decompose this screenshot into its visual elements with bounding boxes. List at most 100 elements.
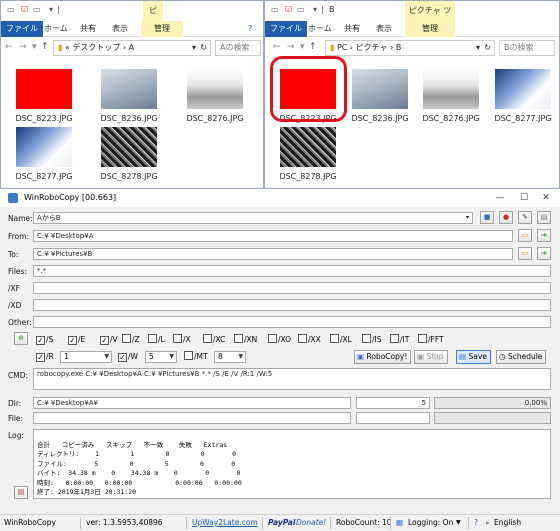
stop-button[interactable]: ▣ Stop (414, 350, 448, 364)
help-icon[interactable]: ? (243, 21, 257, 37)
option-w-checkbox[interactable]: ✓/W (118, 351, 138, 363)
address-bar[interactable]: ▮ PC › ピクチャ › B ▾ ↻ (325, 40, 495, 56)
option-xc-checkbox[interactable]: /XC (203, 334, 225, 346)
option-label: /S (46, 335, 54, 344)
refresh-icon[interactable]: ↻ (484, 41, 491, 55)
option-xl-checkbox[interactable]: /XL (330, 334, 352, 346)
status-bar: WinRoboCopy ver: 1.3.5953.40896 UpWay2La… (0, 514, 560, 531)
name-select[interactable]: AからB ▾ (33, 212, 473, 224)
status-app-name: WinRoboCopy (4, 518, 56, 527)
option-fft-checkbox[interactable]: /FFT (418, 334, 444, 346)
browse-folder-icon[interactable]: ▭ (518, 247, 532, 260)
wait-select[interactable]: 5 ▼ (145, 351, 177, 363)
close-icon[interactable]: ✕ (536, 189, 556, 207)
option-is-checkbox[interactable]: /IS (362, 334, 382, 346)
clear-log-icon[interactable]: ▤ (14, 486, 28, 499)
properties-icon[interactable]: ☑ (21, 5, 28, 17)
option-s-checkbox[interactable]: ✓/S (36, 334, 53, 346)
tab-home[interactable]: ホーム (39, 21, 73, 37)
up-icon[interactable]: ↑ (309, 42, 317, 52)
folder-icon[interactable]: ▭ (33, 5, 41, 17)
folder-icon[interactable]: ▭ (297, 5, 305, 17)
option-xx-checkbox[interactable]: /XX (298, 334, 321, 346)
checkbox-icon: ✓ (118, 353, 127, 362)
tools-icon[interactable]: ✎ (518, 211, 532, 224)
log-output[interactable]: 合計 コピー済み スキップ 不一致 失敗 Extras ディレクトリ: 1 1 0… (33, 429, 551, 499)
address-chevron-icon[interactable]: ▾ (476, 41, 480, 55)
option-r-checkbox[interactable]: ✓/R (36, 351, 54, 363)
option-xo-checkbox[interactable]: /XO (268, 334, 291, 346)
to-field[interactable]: C:¥ ¥Pictures¥B (33, 248, 513, 260)
option-mt-checkbox[interactable]: /MT (184, 351, 208, 363)
language-arrow-icon: ▸ (486, 518, 490, 527)
tab-home[interactable]: ホーム (303, 21, 337, 37)
context-tab-picture-tools[interactable]: ピクチャ ツー... (405, 1, 455, 35)
maximize-icon[interactable]: ☐ (514, 189, 534, 207)
from-field[interactable]: C:¥ ¥Desktop¥A (33, 230, 513, 242)
tab-share[interactable]: 共有 (339, 21, 365, 37)
option-it-checkbox[interactable]: /IT (390, 334, 409, 346)
qa-chevron-icon[interactable]: ▾ (313, 5, 317, 17)
chevron-down-icon[interactable]: ▼ (456, 515, 461, 531)
option-e-checkbox[interactable]: ✓/E (68, 334, 85, 346)
search-box[interactable]: Bの検索 (499, 40, 555, 56)
language-label[interactable]: English (494, 515, 521, 531)
tab-file[interactable]: ファイル (1, 21, 43, 37)
option-l-checkbox[interactable]: /L (148, 334, 165, 346)
delete-profile-icon[interactable]: ● (499, 211, 513, 224)
refresh-icon[interactable]: ↻ (200, 41, 207, 55)
open-arrow-icon[interactable]: ➜ (537, 229, 551, 242)
tab-view[interactable]: 表示 (371, 21, 397, 37)
back-icon[interactable]: ← (273, 42, 281, 52)
xd-field[interactable] (33, 299, 551, 311)
tab-share[interactable]: 共有 (75, 21, 101, 37)
option-v-checkbox[interactable]: ✓/V (100, 334, 118, 346)
image-preview (101, 69, 157, 109)
address-bar[interactable]: ▮ « デスクトップ › A ▾ ↻ (53, 40, 211, 56)
option-xn-checkbox[interactable]: /XN (234, 334, 257, 346)
recent-chevron-icon[interactable]: ▾ (32, 42, 37, 52)
address-chevron-icon[interactable]: ▾ (192, 41, 196, 55)
up-icon[interactable]: ↑ (41, 42, 49, 52)
other-field[interactable] (33, 316, 551, 328)
cmd-field[interactable]: robocopy.exe C:¥ ¥Desktop¥A C:¥ ¥Picture… (33, 368, 551, 390)
browse-folder-icon[interactable]: ▭ (518, 229, 532, 242)
minimize-icon[interactable]: — (490, 189, 510, 207)
checkbox-icon: ✓ (100, 336, 109, 345)
qa-chevron-icon[interactable]: ▾ (49, 5, 53, 17)
retry-select[interactable]: 1 ▼ (60, 351, 112, 363)
help-icon[interactable]: ? (474, 515, 478, 531)
forward-icon[interactable]: → (19, 42, 27, 52)
open-arrow-icon[interactable]: ➜ (537, 247, 551, 260)
save-icon[interactable]: ▭ (7, 5, 15, 17)
add-option-icon[interactable]: ⊕ (14, 332, 28, 345)
option-z-checkbox[interactable]: /Z (122, 334, 140, 346)
option-x-checkbox[interactable]: /X (173, 334, 191, 346)
checkbox-icon: ✓ (36, 336, 45, 345)
tab-manage[interactable]: 管理 (405, 21, 455, 37)
logging-status[interactable]: Logging: On (408, 515, 453, 531)
recent-chevron-icon[interactable]: ▾ (300, 42, 305, 52)
website-link[interactable]: UpWay2Late.com (192, 515, 258, 531)
cmd-label: CMD: (8, 371, 29, 380)
save-profile-icon[interactable]: ■ (480, 211, 494, 224)
robocopy-button[interactable]: ▣ RoboCopy! (354, 350, 412, 364)
tab-manage[interactable]: 管理 (141, 21, 183, 37)
properties-icon[interactable]: ☑ (285, 5, 292, 17)
search-box[interactable]: Aの検索 (215, 40, 261, 56)
tab-view[interactable]: 表示 (107, 21, 133, 37)
forward-icon[interactable]: → (287, 42, 295, 52)
xf-field[interactable] (33, 282, 551, 294)
schedule-button[interactable]: ◷ Schedule (496, 350, 547, 364)
mt-select[interactable]: 8 ▼ (214, 351, 246, 363)
option-label: /XC (213, 335, 226, 344)
tab-file[interactable]: ファイル (265, 21, 307, 37)
save-button[interactable]: ▤ Save (456, 350, 491, 364)
context-tab-picture[interactable]: ピ (143, 1, 163, 21)
save-icon[interactable]: ▭ (271, 5, 279, 17)
donate-link[interactable]: Donate! (296, 515, 326, 531)
files-field[interactable]: *.* (33, 265, 551, 277)
paypal-logo[interactable]: PayPal (268, 515, 295, 531)
back-icon[interactable]: ← (5, 42, 13, 52)
document-icon[interactable]: ▤ (537, 211, 551, 224)
